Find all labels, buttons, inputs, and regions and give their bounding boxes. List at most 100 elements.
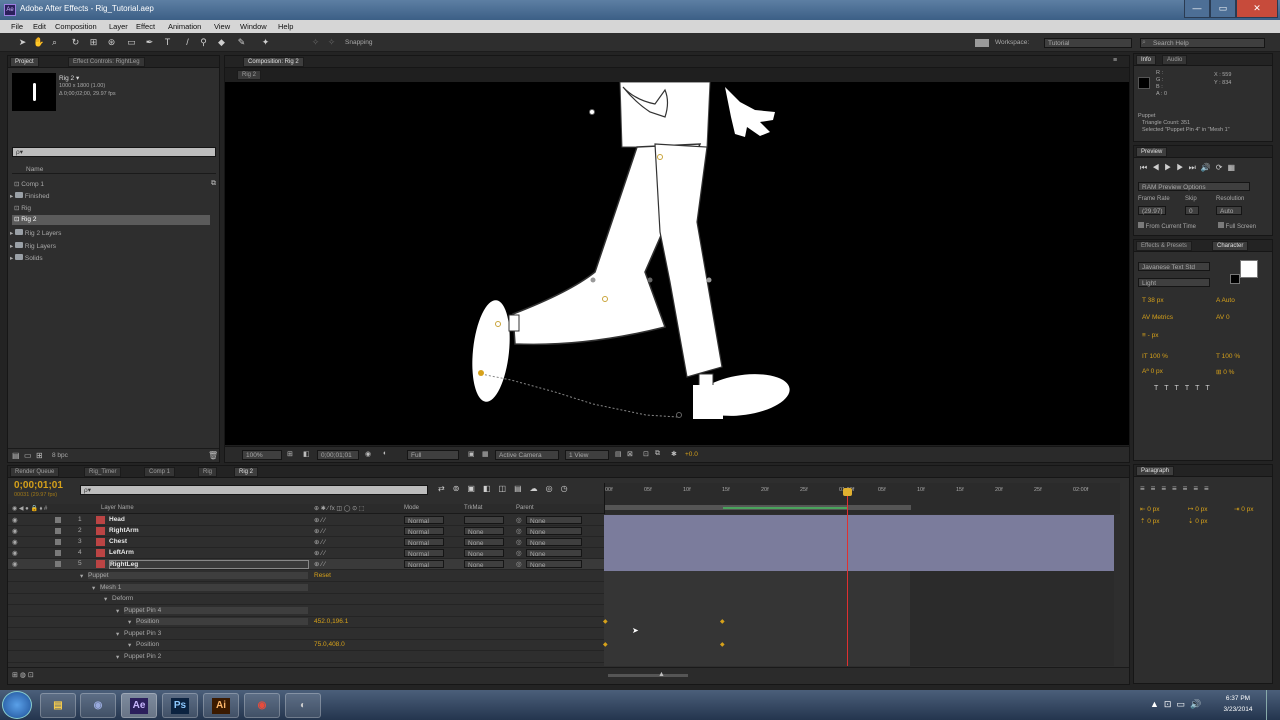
keyframe-diamond[interactable]: ◆: [603, 641, 608, 648]
tab-audio[interactable]: Audio: [1162, 55, 1188, 65]
composition-viewer[interactable]: [225, 81, 1129, 445]
type-tool-icon[interactable]: T: [162, 37, 173, 48]
zoom-tool-icon[interactable]: ⌕: [49, 37, 60, 48]
menu-animation[interactable]: Animation: [168, 22, 201, 31]
twirl-icon[interactable]: ▾: [128, 618, 131, 626]
property-name[interactable]: Puppet Pin 4: [124, 606, 308, 614]
property-row[interactable]: ▾ Position 75.0,408.0: [8, 640, 604, 651]
camera-tool-icon[interactable]: ⊞: [88, 37, 99, 48]
layer-name[interactable]: RightArm: [109, 527, 139, 534]
twirl-icon[interactable]: ▾: [104, 595, 107, 603]
indent-right[interactable]: ⇥ 0 px: [1234, 505, 1254, 513]
hand-tool-icon[interactable]: ✋: [33, 37, 44, 48]
tab-project[interactable]: Project: [10, 57, 39, 67]
parent-select[interactable]: None: [526, 549, 582, 558]
font-size[interactable]: T 38 px: [1142, 297, 1164, 304]
eye-icon[interactable]: ◉: [12, 549, 18, 557]
playhead-handle[interactable]: [843, 488, 852, 496]
twirl-icon[interactable]: ▾: [116, 607, 119, 615]
system-tray-icons[interactable]: ▲⊡▭🔊: [1150, 699, 1206, 710]
puppet-overlap-tool-icon[interactable]: ✧: [310, 37, 321, 48]
comp-breadcrumb[interactable]: Rig 2: [237, 70, 262, 80]
faux-style-buttons[interactable]: TTTTTT: [1154, 385, 1216, 392]
playback-controls[interactable]: ⏮◀▶▶⏭🔊⟳▦: [1140, 163, 1240, 173]
interpret-footage-icon[interactable]: ▤: [12, 451, 20, 460]
snapshot-icon[interactable]: ◉: [365, 450, 371, 458]
parent-pickwhip-icon[interactable]: ◎: [516, 516, 522, 524]
taskbar-media[interactable]: ◐: [285, 693, 321, 718]
property-name[interactable]: Puppet Pin 2: [124, 653, 308, 660]
tab-rig[interactable]: Rig: [198, 467, 218, 477]
twirl-icon[interactable]: ▾: [92, 584, 95, 592]
tab-rig-2[interactable]: Rig 2: [234, 467, 259, 477]
pen-tool-icon[interactable]: ✒: [144, 37, 155, 48]
mask-visibility-icon[interactable]: ◧: [303, 450, 310, 458]
tab-comp-1[interactable]: Comp 1: [144, 467, 176, 477]
label-color[interactable]: [55, 528, 61, 534]
skip-field[interactable]: 0: [1185, 206, 1199, 215]
layer-bars[interactable]: [604, 515, 1114, 571]
clock-time[interactable]: 6:37 PM: [1220, 695, 1256, 702]
font-style-select[interactable]: Light: [1138, 278, 1210, 287]
flowchart-icon[interactable]: ⧉: [655, 450, 660, 458]
zoom-slider[interactable]: [608, 674, 688, 677]
selection-tool-icon[interactable]: ➤: [17, 37, 28, 48]
av-switches-icon[interactable]: ◉ ◀ ● 🔒 ⬧ #: [12, 505, 47, 513]
leading[interactable]: A Auto: [1216, 297, 1235, 304]
search-help-input[interactable]: Search Help: [1140, 38, 1265, 48]
menu-edit[interactable]: Edit: [33, 22, 46, 31]
mode-select[interactable]: Normal: [404, 527, 444, 536]
column-parent[interactable]: Parent: [516, 505, 534, 511]
layer-row[interactable]: ◉ 1 Head ⊕ ∕ ∕ Normal ◎ None: [8, 515, 604, 526]
trkmat-select[interactable]: None: [464, 527, 504, 536]
trkmat-select[interactable]: None: [464, 549, 504, 558]
vertical-scale[interactable]: IT 100 %: [1142, 353, 1168, 360]
brush-tool-icon[interactable]: /: [182, 37, 193, 48]
kerning[interactable]: AV Metrics: [1142, 314, 1173, 321]
property-row[interactable]: ▾ Puppet Pin 3: [8, 629, 604, 640]
toggle-switches-icon[interactable]: ⊞ ◍ ⊡: [12, 671, 34, 679]
timeline-icon[interactable]: ⊡: [643, 450, 649, 458]
property-name[interactable]: Deform: [112, 595, 308, 602]
camera-select[interactable]: Active Camera: [495, 450, 559, 460]
tab-composition[interactable]: Composition: Rig 2: [243, 57, 304, 67]
taskbar-illustrator[interactable]: Ai: [203, 693, 239, 718]
puppet-starch-tool-icon[interactable]: ✧: [326, 37, 337, 48]
column-layer-name[interactable]: Layer Name: [101, 505, 134, 511]
property-value[interactable]: 75.0,408.0: [314, 641, 345, 648]
layer-switches[interactable]: ⊕ ∕ ∕: [314, 549, 325, 557]
list-item[interactable]: ⊡ Comp 1: [14, 180, 44, 188]
property-row[interactable]: ▾ Position 452.0,196.1: [8, 617, 604, 628]
property-row[interactable]: ▾ Puppet Pin 4: [8, 606, 604, 617]
grid-icon[interactable]: ⊞: [287, 450, 293, 458]
parent-select[interactable]: None: [526, 560, 582, 569]
column-trkmat[interactable]: TrkMat: [464, 505, 482, 511]
workspace-icon[interactable]: [975, 39, 989, 47]
font-family-select[interactable]: Javanese Text Std: [1138, 262, 1210, 271]
workspace-select[interactable]: Tutorial: [1044, 38, 1132, 48]
parent-pickwhip-icon[interactable]: ◎: [516, 527, 522, 535]
new-folder-icon[interactable]: ▭: [24, 451, 32, 460]
bpc-label[interactable]: 8 bpc: [52, 452, 68, 459]
parent-select[interactable]: None: [526, 538, 582, 547]
indent-left[interactable]: ⇤ 0 px: [1140, 505, 1160, 513]
taskbar-explorer[interactable]: ▤: [40, 693, 76, 718]
menu-view[interactable]: View: [214, 22, 230, 31]
twirl-icon[interactable]: ▾: [128, 641, 131, 649]
current-time-field[interactable]: 0;00;01;01: [317, 450, 359, 460]
views-select[interactable]: 1 View: [565, 450, 609, 460]
layer-row[interactable]: ◉ 2 RightArm ⊕ ∕ ∕ Normal None ◎ None: [8, 526, 604, 537]
exposure-value[interactable]: +0.0: [685, 451, 698, 458]
mode-select[interactable]: Normal: [404, 538, 444, 547]
from-current-time-checkbox[interactable]: From Current Time: [1138, 222, 1196, 230]
label-color[interactable]: [55, 539, 61, 545]
label-color[interactable]: [55, 517, 61, 523]
magnification-select[interactable]: 100%: [242, 450, 282, 460]
twirl-icon[interactable]: ▾: [116, 653, 119, 661]
eye-icon[interactable]: ◉: [12, 560, 18, 568]
tab-effect-controls[interactable]: Effect Controls: RightLeg: [68, 57, 145, 67]
tracking[interactable]: AV 0: [1216, 314, 1230, 321]
layer-name[interactable]: LeftArm: [109, 549, 134, 556]
snapping-label[interactable]: Snapping: [345, 39, 372, 46]
layer-switches[interactable]: ⊕ ∕ ∕: [314, 538, 325, 546]
